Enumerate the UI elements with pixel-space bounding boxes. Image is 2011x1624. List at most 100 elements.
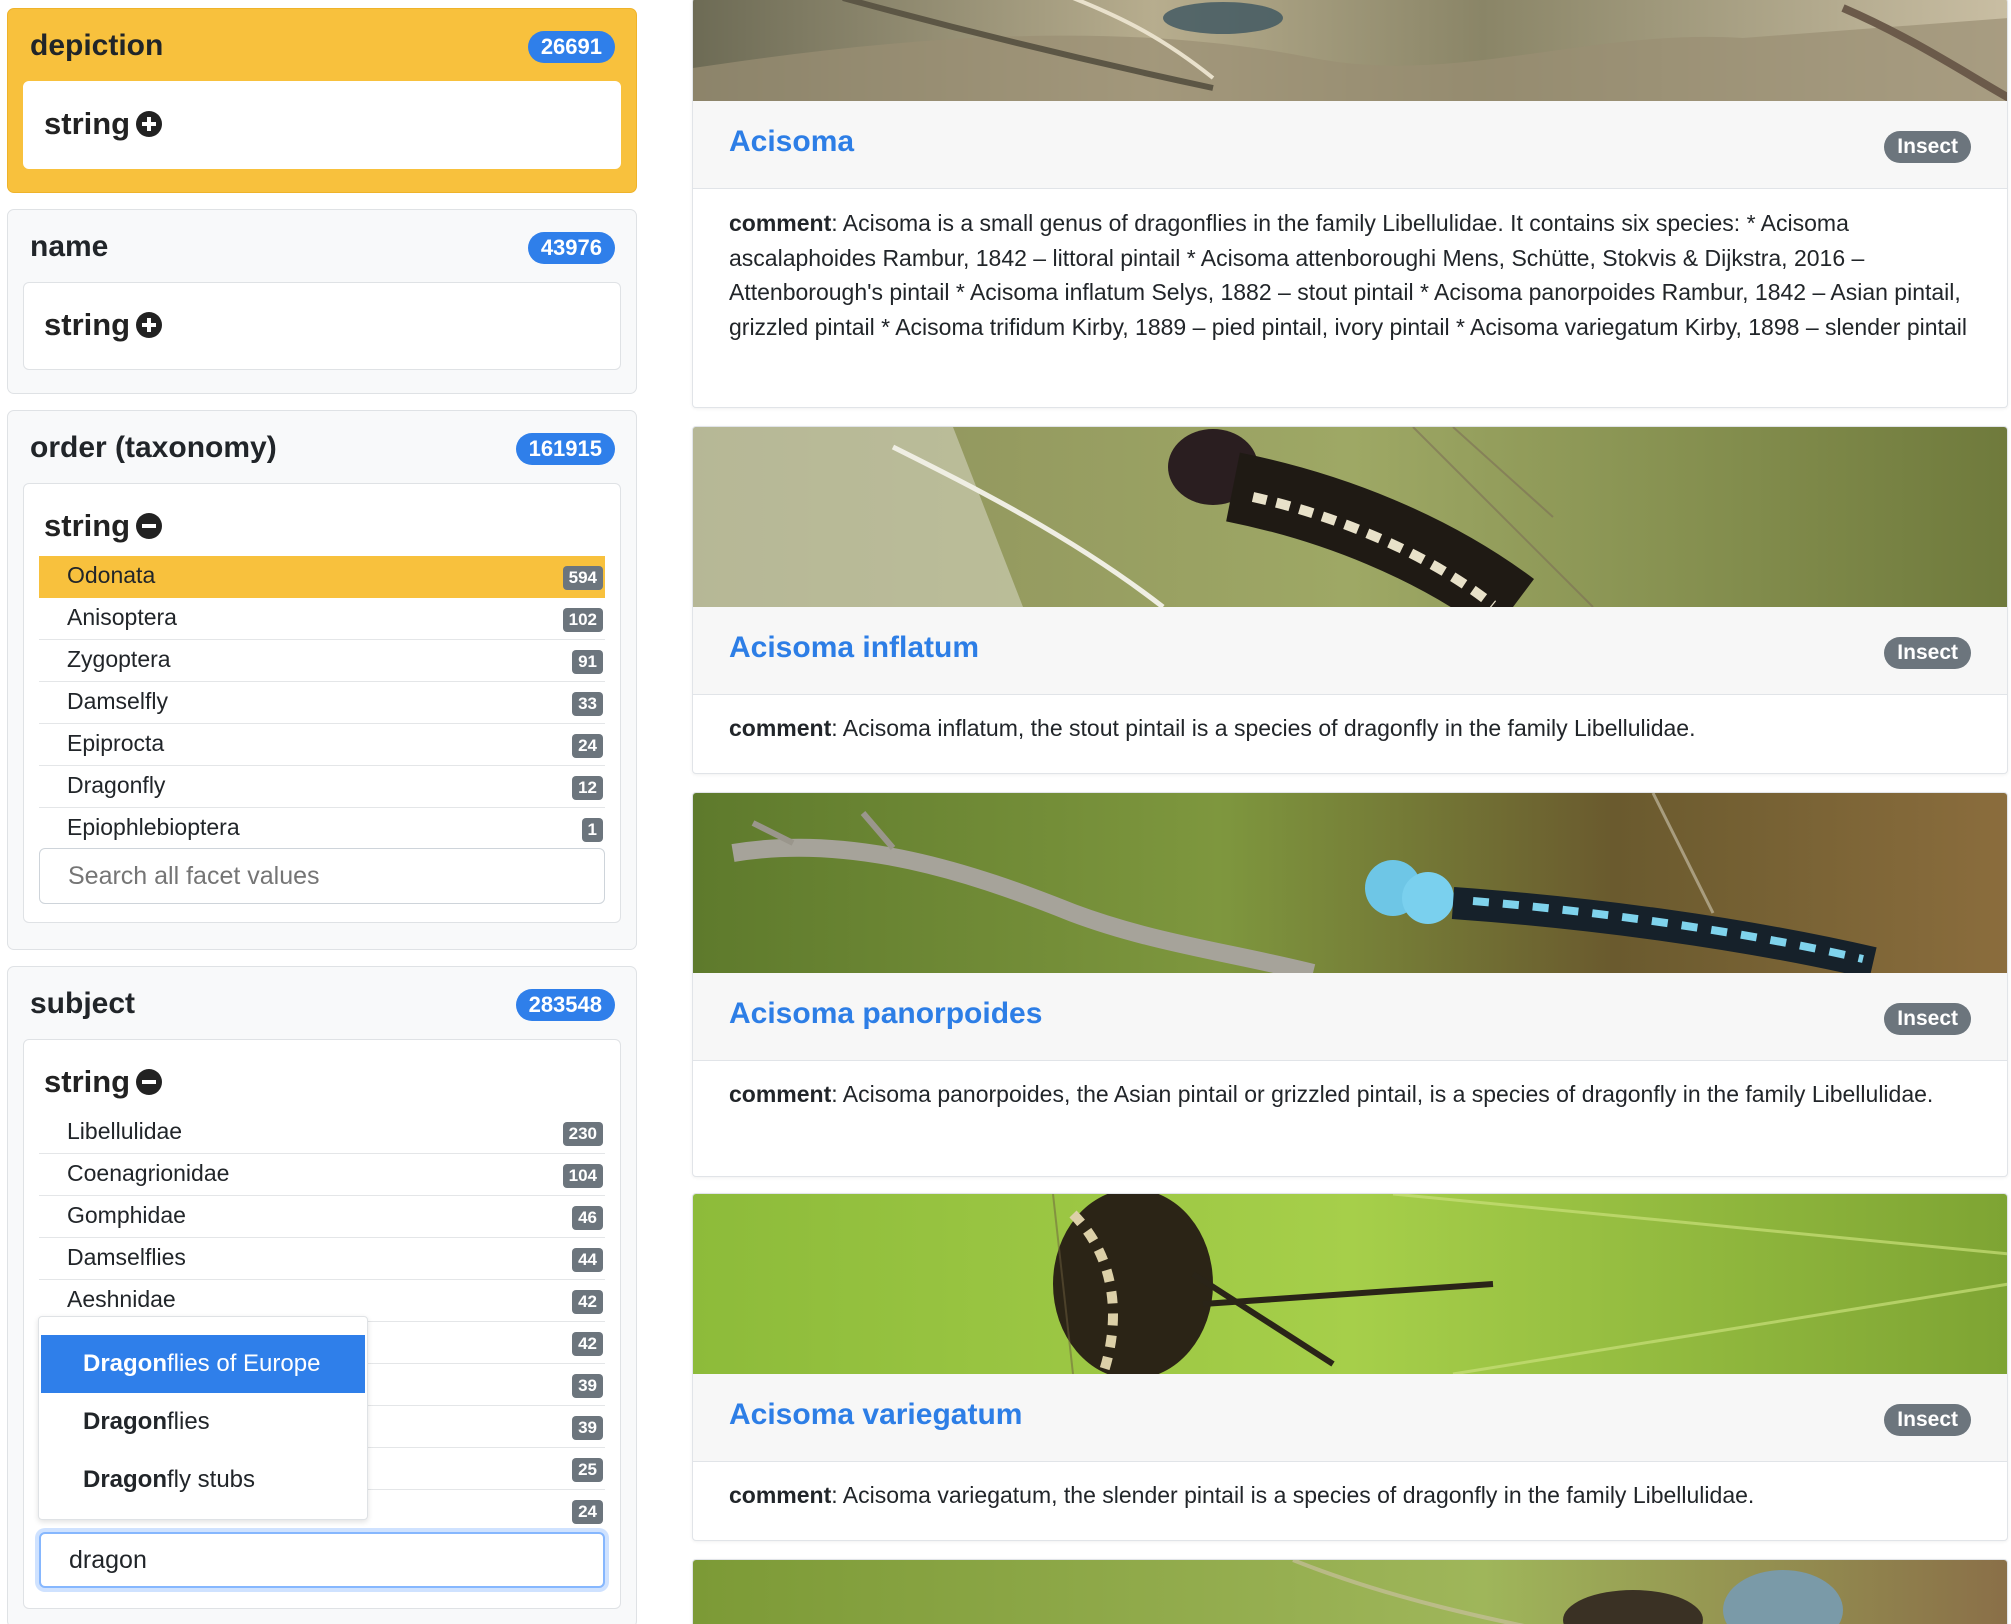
type-label: string <box>44 1064 131 1099</box>
facet-value-zygoptera[interactable]: Zygoptera 91 <box>39 640 605 682</box>
facet-type-toggle[interactable]: string <box>44 1064 163 1100</box>
facet-value-gomphidae[interactable]: Gomphidae 46 <box>39 1196 605 1238</box>
autocomplete-match: Dragon <box>83 1408 167 1435</box>
facet-type-panel: string <box>23 81 621 169</box>
type-label: string <box>44 106 131 141</box>
facet-value-damselfly[interactable]: Damselfly 33 <box>39 682 605 724</box>
autocomplete-option[interactable]: Dragonfly stubs <box>41 1451 365 1509</box>
facet-value-count: 104 <box>562 1164 603 1188</box>
result-card: Acisoma Insect comment: Acisoma is a sma… <box>692 0 2008 408</box>
facet-depiction: depiction 26691 string <box>7 8 637 193</box>
facet-title: depiction <box>30 29 164 62</box>
comment-text: : Acisoma panorpoides, the Asian pintail… <box>831 1081 1934 1107</box>
result-header: Acisoma panorpoides Insect <box>693 973 2007 1061</box>
comment-text: : Acisoma is a small genus of dragonflie… <box>729 210 1967 340</box>
facet-value-label: Epiophlebioptera <box>67 814 240 840</box>
facet-value-epiprocta[interactable]: Epiprocta 24 <box>39 724 605 766</box>
result-header: Acisoma variegatum Insect <box>693 1374 2007 1462</box>
comment-key: comment <box>729 210 832 236</box>
facet-value-count: 25 <box>572 1458 603 1482</box>
result-type-badge: Insect <box>1884 637 1971 669</box>
facet-title: order (taxonomy) <box>30 431 277 464</box>
type-label: string <box>44 307 131 342</box>
facet-value-search-input[interactable] <box>39 848 605 904</box>
dragonfly-photo-icon <box>693 1560 2007 1624</box>
result-comment: comment: Acisoma panorpoides, the Asian … <box>729 1077 1971 1112</box>
comment-text: : Acisoma variegatum, the slender pintai… <box>831 1482 1755 1508</box>
facet-value-label: Damselflies <box>67 1244 186 1270</box>
facet-value-count: 44 <box>572 1248 603 1272</box>
autocomplete-option[interactable]: Dragonflies of Europe <box>41 1335 365 1393</box>
facet-value-search-input[interactable] <box>39 1532 605 1588</box>
facet-value-odonata[interactable]: Odonata 594 <box>39 556 605 598</box>
facet-count-badge: 161915 <box>515 433 615 465</box>
result-image <box>693 1560 2007 1624</box>
facet-value-count: 102 <box>562 608 603 632</box>
dragonfly-photo-icon <box>693 793 2007 973</box>
facet-title: subject <box>30 987 136 1020</box>
autocomplete-rest: fly stubs <box>167 1466 256 1493</box>
facet-count-badge: 26691 <box>527 31 615 63</box>
result-title-link[interactable]: Acisoma <box>729 125 854 159</box>
result-image <box>693 0 2007 101</box>
result-title-link[interactable]: Acisoma panorpoides <box>729 997 1042 1031</box>
facet-value-label: Odonata <box>67 562 156 588</box>
comment-text: : Acisoma inflatum, the stout pintail is… <box>831 715 1696 741</box>
plus-circle-icon[interactable] <box>136 111 163 137</box>
facet-value-label: Gomphidae <box>67 1202 186 1228</box>
result-image <box>693 1194 2007 1374</box>
facet-type-panel: string Odonata 594 Anisoptera 102 Zygopt… <box>23 483 621 923</box>
dragonfly-photo-icon <box>693 427 2007 607</box>
facet-value-damselflies[interactable]: Damselflies 44 <box>39 1238 605 1280</box>
autocomplete-match: Dragon <box>83 1466 167 1493</box>
minus-circle-icon[interactable] <box>136 1069 163 1095</box>
facet-value-count: 33 <box>572 692 603 716</box>
autocomplete-option[interactable]: Dragonflies <box>41 1393 365 1451</box>
result-comment: comment: Acisoma variegatum, the slender… <box>729 1478 1971 1513</box>
result-comment: comment: Acisoma inflatum, the stout pin… <box>729 711 1971 746</box>
facet-type-toggle[interactable]: string <box>44 508 163 544</box>
dragonfly-photo-icon <box>693 0 2007 101</box>
result-header: Acisoma Insect <box>693 101 2007 189</box>
facet-count-badge: 43976 <box>527 232 615 264</box>
result-title-link[interactable]: Acisoma variegatum <box>729 1398 1022 1432</box>
facet-value-label: Libellulidae <box>67 1118 183 1144</box>
result-comment: comment: Acisoma is a small genus of dra… <box>729 206 1971 344</box>
result-title-link[interactable]: Acisoma inflatum <box>729 631 979 665</box>
facet-type-panel: string <box>23 282 621 370</box>
facet-value-label: Epiprocta <box>67 730 165 756</box>
facet-value-coenagrionidae[interactable]: Coenagrionidae 104 <box>39 1154 605 1196</box>
comment-key: comment <box>729 1482 832 1508</box>
facet-order-taxonomy: order (taxonomy) 161915 string Odonata 5… <box>7 410 637 950</box>
facet-value-epiophlebioptera[interactable]: Epiophlebioptera 1 <box>39 808 605 850</box>
result-type-badge: Insect <box>1884 1003 1971 1035</box>
facet-value-count: 1 <box>581 818 603 842</box>
result-image <box>693 793 2007 973</box>
dragonfly-photo-icon <box>693 1194 2007 1374</box>
facet-value-libellulidae[interactable]: Libellulidae 230 <box>39 1112 605 1154</box>
facet-value-label: Zygoptera <box>67 646 171 672</box>
facet-value-label: Anisoptera <box>67 604 177 630</box>
facet-value-label: Damselfly <box>67 688 168 714</box>
facet-value-count: 24 <box>572 734 603 758</box>
facet-value-dragonfly[interactable]: Dragonfly 12 <box>39 766 605 808</box>
facet-value-count: 39 <box>572 1374 603 1398</box>
result-card: Acisoma panorpoides Insect comment: Acis… <box>692 792 2008 1177</box>
facet-type-toggle[interactable]: string <box>44 106 163 142</box>
autocomplete-rest: flies of Europe <box>167 1350 321 1377</box>
minus-circle-icon[interactable] <box>136 513 163 539</box>
facet-subject: subject 283548 string Libellulidae 230 C… <box>7 966 637 1624</box>
result-header: Acisoma inflatum Insect <box>693 607 2007 695</box>
facet-value-count: 91 <box>572 650 603 674</box>
facet-value-label: Aeshnidae <box>67 1286 176 1312</box>
result-type-badge: Insect <box>1884 131 1971 163</box>
facet-type-toggle[interactable]: string <box>44 307 163 343</box>
results-list: Acisoma Insect comment: Acisoma is a sma… <box>692 0 2008 1624</box>
autocomplete-match: Dragon <box>83 1350 167 1377</box>
plus-circle-icon[interactable] <box>136 312 163 338</box>
facet-value-list: Odonata 594 Anisoptera 102 Zygoptera 91 … <box>39 556 605 850</box>
autocomplete-dropdown: Dragonflies of Europe Dragonflies Dragon… <box>38 1316 368 1520</box>
facet-value-label: Coenagrionidae <box>67 1160 230 1186</box>
facet-value-anisoptera[interactable]: Anisoptera 102 <box>39 598 605 640</box>
comment-key: comment <box>729 1081 832 1107</box>
